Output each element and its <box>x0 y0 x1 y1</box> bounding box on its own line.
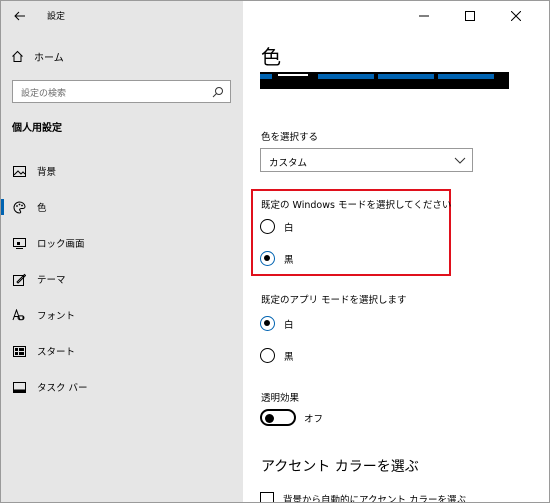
search-icon <box>212 87 223 98</box>
search-placeholder: 設定の検索 <box>21 89 67 99</box>
sidebar-item-color[interactable]: 色 <box>1 197 243 217</box>
titlebar-left: 設定 <box>1 1 243 31</box>
sidebar-item-taskbar[interactable]: タスク バー <box>1 377 243 397</box>
preview-accent <box>318 74 374 79</box>
image-icon <box>12 164 26 178</box>
settings-window: 設定 ホーム 設定の検索 個人用設定 背景 色 ロック画面 テーマ フォント ス… <box>0 0 550 503</box>
accent-color-title: アクセント カラーを選ぶ <box>261 459 419 475</box>
radio-label: 黒 <box>284 255 294 266</box>
sidebar-item-label: テーマ <box>37 275 66 286</box>
windows-mode-light-radio[interactable]: 白 <box>260 218 380 236</box>
sidebar-item-label: 背景 <box>37 167 57 178</box>
dropdown-value: カスタム <box>269 158 308 169</box>
sidebar-item-label: ロック画面 <box>37 239 85 250</box>
radio-circle-selected <box>260 316 275 331</box>
sidebar-item-background[interactable]: 背景 <box>1 161 243 181</box>
radio-circle-selected <box>260 251 275 266</box>
radio-label: 白 <box>284 320 294 331</box>
back-button[interactable] <box>9 6 31 26</box>
sidebar: 設定 ホーム 設定の検索 個人用設定 背景 色 ロック画面 テーマ フォント ス… <box>1 1 243 502</box>
palette-icon <box>12 200 26 214</box>
start-icon <box>12 344 26 358</box>
transparency-label: 透明効果 <box>261 393 300 404</box>
choose-color-label: 色を選択する <box>261 132 319 143</box>
page-title: 色 <box>261 45 281 69</box>
preview-line <box>278 74 308 76</box>
checkbox-box <box>260 492 274 502</box>
radio-label: 黒 <box>284 352 294 363</box>
back-arrow-icon <box>14 11 25 21</box>
sidebar-item-lock-screen[interactable]: ロック画面 <box>1 233 243 253</box>
taskbar-icon <box>12 380 26 394</box>
sidebar-item-label: タスク バー <box>37 383 88 394</box>
close-icon <box>511 11 521 21</box>
toggle-knob <box>265 413 274 423</box>
theme-icon <box>12 272 26 286</box>
sidebar-item-label: スタート <box>37 347 76 358</box>
home-icon <box>12 50 23 62</box>
radio-circle <box>260 219 275 234</box>
app-mode-dark-radio[interactable]: 黒 <box>260 347 380 365</box>
sidebar-item-label: フォント <box>37 311 76 322</box>
choose-color-dropdown[interactable]: カスタム <box>260 148 473 172</box>
toggle-state-label: オフ <box>304 414 324 425</box>
transparency-toggle[interactable] <box>260 409 296 426</box>
chevron-down-icon <box>454 157 466 164</box>
sidebar-item-theme[interactable]: テーマ <box>1 269 243 289</box>
preview-accent <box>378 74 434 79</box>
checkbox-label: 背景から自動的にアクセント カラーを選ぶ <box>283 495 467 503</box>
minimize-icon <box>419 15 429 17</box>
font-icon <box>12 308 26 322</box>
preview-accent <box>438 74 494 79</box>
sidebar-item-font[interactable]: フォント <box>1 305 243 325</box>
windows-mode-label: 既定の Windows モードを選択してください <box>261 200 452 211</box>
section-title: 個人用設定 <box>12 123 62 134</box>
radio-circle <box>260 348 275 363</box>
minimize-button[interactable] <box>401 1 447 31</box>
color-preview <box>260 72 509 89</box>
maximize-icon <box>465 11 475 21</box>
app-mode-light-radio[interactable]: 白 <box>260 315 380 333</box>
auto-accent-checkbox[interactable]: 背景から自動的にアクセント カラーを選ぶ <box>260 490 540 503</box>
app-title: 設定 <box>47 12 66 22</box>
home-label: ホーム <box>34 52 64 64</box>
window-controls <box>401 1 549 31</box>
sidebar-item-start[interactable]: スタート <box>1 341 243 361</box>
nav-home[interactable]: ホーム <box>11 46 64 66</box>
sidebar-item-label: 色 <box>37 203 47 214</box>
search-input[interactable]: 設定の検索 <box>12 80 231 103</box>
lock-screen-icon <box>12 236 26 250</box>
main-content: 色 色を選択する カスタム 既定の Windows モードを選択してください 白… <box>243 1 549 503</box>
radio-label: 白 <box>284 223 294 234</box>
app-mode-label: 既定のアプリ モードを選択します <box>261 295 407 306</box>
close-button[interactable] <box>493 1 539 31</box>
windows-mode-dark-radio[interactable]: 黒 <box>260 250 380 268</box>
maximize-button[interactable] <box>447 1 493 31</box>
preview-accent <box>260 74 272 79</box>
active-indicator <box>1 199 4 215</box>
